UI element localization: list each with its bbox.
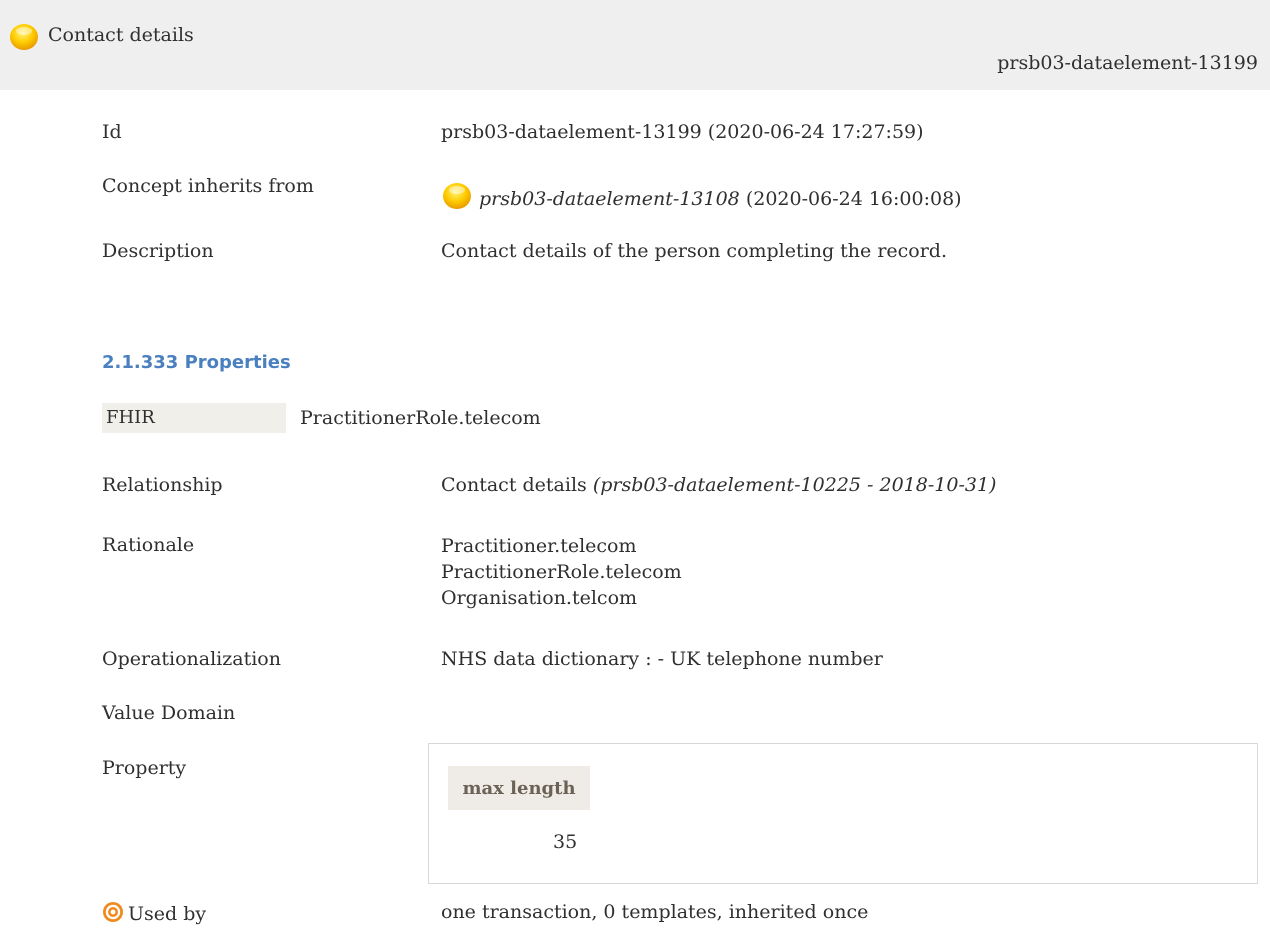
fhir-label: FHIR <box>102 403 286 433</box>
rationale-line: Practitioner.telecom <box>441 535 637 557</box>
inherits-link[interactable]: prsb03-dataelement-13108 <box>479 188 740 210</box>
used-by-label-row: Used by <box>102 901 206 925</box>
relationship-ref[interactable]: (prsb03-dataelement-10225 - 2018-10-31) <box>593 474 997 496</box>
target-icon <box>103 902 123 922</box>
concept-header: Contact details prsb03-dataelement-13199 <box>0 0 1270 90</box>
rationale-label: Rationale <box>102 534 195 556</box>
used-by-value[interactable]: one transaction, 0 templates, inherited … <box>441 901 868 923</box>
property-table-value: 35 <box>553 831 578 853</box>
operationalization-value: NHS data dictionary : - UK telephone num… <box>441 648 883 670</box>
id-value: prsb03-dataelement-13199 (2020-06-24 17:… <box>441 121 924 143</box>
inherits-value: prsb03-dataelement-13108 (2020-06-24 16:… <box>441 181 962 211</box>
relationship-label: Relationship <box>102 474 223 496</box>
property-table-header: max length <box>448 766 590 810</box>
concept-title: Contact details <box>48 24 194 46</box>
fhir-value: PractitionerRole.telecom <box>300 407 541 429</box>
property-table: max length 35 <box>428 743 1258 884</box>
rationale-line: PractitionerRole.telecom <box>441 561 682 583</box>
property-label: Property <box>102 757 187 779</box>
description-label: Description <box>102 240 214 262</box>
relationship-value: Contact details (prsb03-dataelement-1022… <box>441 474 996 496</box>
operationalization-label: Operationalization <box>102 648 281 670</box>
inherits-label: Concept inherits from <box>102 175 314 197</box>
inherits-date: (2020-06-24 16:00:08) <box>745 188 962 210</box>
value-domain-label: Value Domain <box>102 702 236 724</box>
status-circle-icon <box>10 24 38 50</box>
description-value: Contact details of the person completing… <box>441 240 948 262</box>
id-label: Id <box>102 121 122 143</box>
used-by-label: Used by <box>128 903 207 925</box>
relationship-name: Contact details <box>441 474 587 496</box>
concept-identifier: prsb03-dataelement-13199 <box>997 52 1258 74</box>
rationale-value: Practitioner.telecom PractitionerRole.te… <box>441 533 682 611</box>
rationale-line: Organisation.telcom <box>441 587 638 609</box>
properties-heading: 2.1.333 Properties <box>102 352 291 373</box>
page: Contact details prsb03-dataelement-13199… <box>0 0 1270 933</box>
status-circle-icon <box>443 183 471 209</box>
